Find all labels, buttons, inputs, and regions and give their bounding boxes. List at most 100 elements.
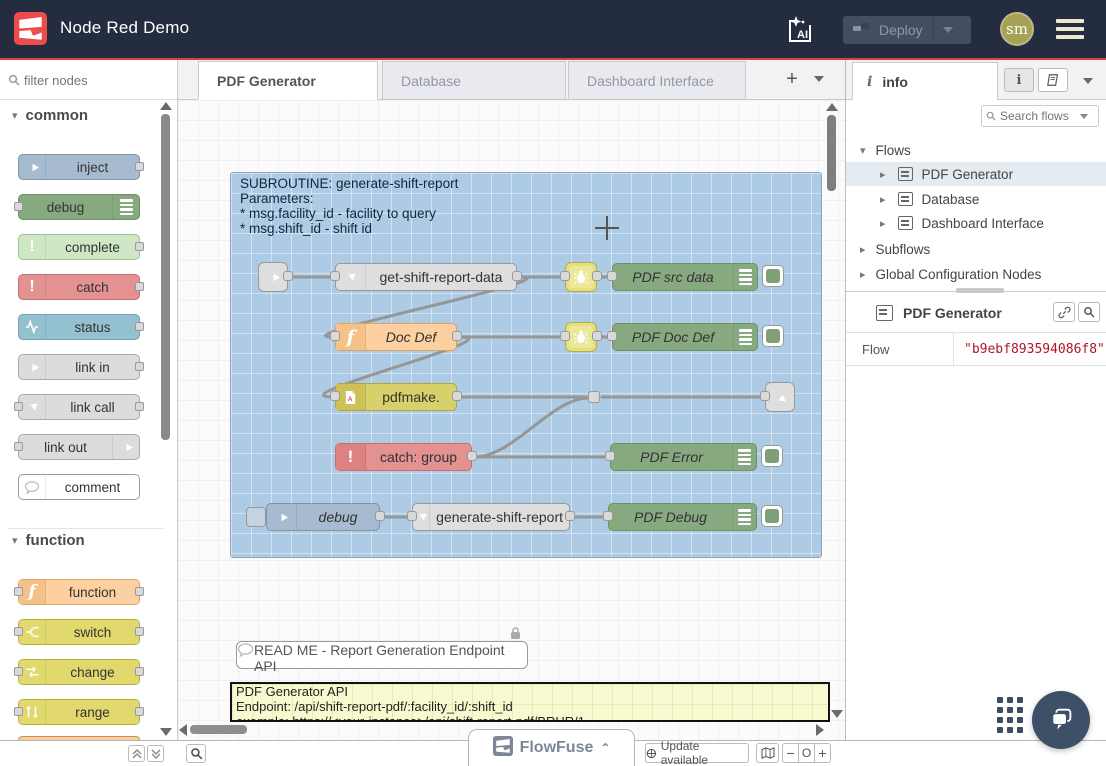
- palette-node-link-call[interactable]: link call: [18, 394, 140, 420]
- input-port[interactable]: [14, 587, 23, 596]
- tab-info[interactable]: i info: [852, 62, 998, 100]
- output-port[interactable]: [135, 402, 144, 411]
- input-port[interactable]: [330, 331, 340, 341]
- palette-node-range[interactable]: range: [18, 699, 140, 725]
- output-port[interactable]: [375, 511, 385, 521]
- node-pdf-error[interactable]: PDF Error: [610, 443, 757, 471]
- node-link-out[interactable]: [765, 382, 795, 412]
- palette-category-common[interactable]: ▾ common: [12, 107, 88, 124]
- zoom-reset-button[interactable]: O: [798, 743, 815, 763]
- palette-node-link-in[interactable]: link in: [18, 354, 140, 380]
- input-port[interactable]: [14, 667, 23, 676]
- node-generate-shift-report[interactable]: generate-shift-report: [412, 503, 570, 531]
- filter-nodes-input[interactable]: [24, 69, 164, 91]
- output-port[interactable]: [452, 391, 462, 401]
- node-pdf-src-data[interactable]: PDF src data: [612, 263, 758, 291]
- node-readme-comment[interactable]: READ ME - Report Generation Endpoint API: [236, 641, 528, 669]
- expand-all-button[interactable]: [147, 745, 164, 762]
- add-tab-button[interactable]: +: [780, 68, 804, 92]
- input-port[interactable]: [14, 627, 23, 636]
- input-port[interactable]: [603, 511, 613, 521]
- tab-dashboard-interface[interactable]: Dashboard Interface: [568, 61, 746, 100]
- palette-node-status[interactable]: status: [18, 314, 140, 340]
- output-port[interactable]: [135, 707, 144, 716]
- palette-node-debug[interactable]: debug: [18, 194, 140, 220]
- info-panel-button[interactable]: i: [1004, 68, 1034, 92]
- tab-list-caret-icon[interactable]: [814, 76, 824, 82]
- inject-trigger-button[interactable]: [246, 507, 266, 527]
- output-port[interactable]: [135, 587, 144, 596]
- input-port[interactable]: [760, 391, 770, 401]
- input-port[interactable]: [407, 511, 417, 521]
- tree-item-flows[interactable]: ▾ Flows: [846, 138, 1106, 162]
- canvas-search-button[interactable]: [186, 744, 206, 763]
- output-port[interactable]: [565, 511, 575, 521]
- output-port[interactable]: [283, 271, 293, 281]
- input-port[interactable]: [14, 707, 23, 716]
- palette-node-change[interactable]: change: [18, 659, 140, 685]
- debug-toggle-button[interactable]: [761, 505, 783, 527]
- output-port[interactable]: [135, 242, 144, 251]
- debug-toggle-button[interactable]: [762, 325, 784, 347]
- output-port[interactable]: [135, 282, 144, 291]
- input-port[interactable]: [560, 271, 570, 281]
- tree-item-pdf-generator[interactable]: ▸ PDF Generator: [846, 162, 1106, 186]
- scroll-down-icon[interactable]: [160, 728, 172, 736]
- palette-node-catch[interactable]: ! catch: [18, 274, 140, 300]
- chat-widget-button[interactable]: [1032, 691, 1090, 749]
- node-catch-group[interactable]: ! catch: group: [335, 443, 472, 471]
- tree-item-subflows[interactable]: ▸ Subflows: [846, 237, 1106, 261]
- palette-node-function[interactable]: f function: [18, 579, 140, 605]
- tab-database[interactable]: Database: [382, 61, 566, 100]
- input-port[interactable]: [14, 402, 23, 411]
- node-doc-def[interactable]: f Doc Def: [335, 323, 457, 351]
- sidebar-caret-icon[interactable]: [1083, 78, 1093, 84]
- node-inject-debug[interactable]: debug: [266, 503, 380, 531]
- input-port[interactable]: [607, 331, 617, 341]
- node-get-shift-report-data[interactable]: get-shift-report-data: [335, 263, 517, 291]
- input-port[interactable]: [14, 202, 23, 211]
- input-port[interactable]: [330, 391, 340, 401]
- main-menu-icon[interactable]: [1056, 19, 1084, 43]
- debug-toggle-button[interactable]: [762, 265, 784, 287]
- node-bug-2[interactable]: [565, 322, 597, 352]
- node-bug-1[interactable]: [565, 262, 597, 292]
- input-port[interactable]: [560, 331, 570, 341]
- palette-node-complete[interactable]: ! complete: [18, 234, 140, 260]
- panel-drag-handle[interactable]: [956, 288, 1004, 293]
- input-port[interactable]: [330, 271, 340, 281]
- input-port[interactable]: [607, 271, 617, 281]
- output-port[interactable]: [512, 271, 522, 281]
- output-port[interactable]: [452, 331, 462, 341]
- node-link-in[interactable]: [258, 262, 288, 292]
- output-port[interactable]: [592, 331, 602, 341]
- output-port[interactable]: [467, 451, 477, 461]
- search-node-button[interactable]: [1078, 302, 1100, 322]
- output-port[interactable]: [592, 271, 602, 281]
- zoom-in-button[interactable]: +: [814, 743, 831, 763]
- debug-toggle-button[interactable]: [761, 445, 783, 467]
- input-port[interactable]: [605, 451, 615, 461]
- collapse-all-button[interactable]: [128, 745, 145, 762]
- palette-node-inject[interactable]: inject: [18, 154, 140, 180]
- tab-pdf-generator[interactable]: PDF Generator: [198, 61, 378, 100]
- ai-assistant-icon[interactable]: AI: [784, 14, 816, 46]
- search-flows-input[interactable]: [1000, 109, 1076, 123]
- tree-item-dashboard-interface[interactable]: ▸ Dashboard Interface: [846, 211, 1106, 235]
- palette-node-comment[interactable]: comment: [18, 474, 140, 500]
- link-button[interactable]: [1053, 302, 1075, 322]
- help-book-button[interactable]: [1038, 68, 1068, 92]
- update-available-button[interactable]: Update available: [645, 743, 749, 763]
- palette-node-link-out[interactable]: link out: [18, 434, 140, 460]
- output-port[interactable]: [135, 627, 144, 636]
- widget-drag-handle[interactable]: [997, 697, 1027, 739]
- deploy-button[interactable]: Deploy: [843, 16, 971, 44]
- palette-category-function[interactable]: ▾ function: [12, 532, 85, 549]
- output-port[interactable]: [135, 162, 144, 171]
- node-pdfmake[interactable]: A pdfmake.: [335, 383, 457, 411]
- node-pdf-doc-def[interactable]: PDF Doc Def: [612, 323, 758, 351]
- navigator-button[interactable]: [756, 743, 779, 763]
- search-flows-box[interactable]: [981, 105, 1099, 127]
- deploy-caret-icon[interactable]: [943, 27, 953, 33]
- node-pdf-debug[interactable]: PDF Debug: [608, 503, 757, 531]
